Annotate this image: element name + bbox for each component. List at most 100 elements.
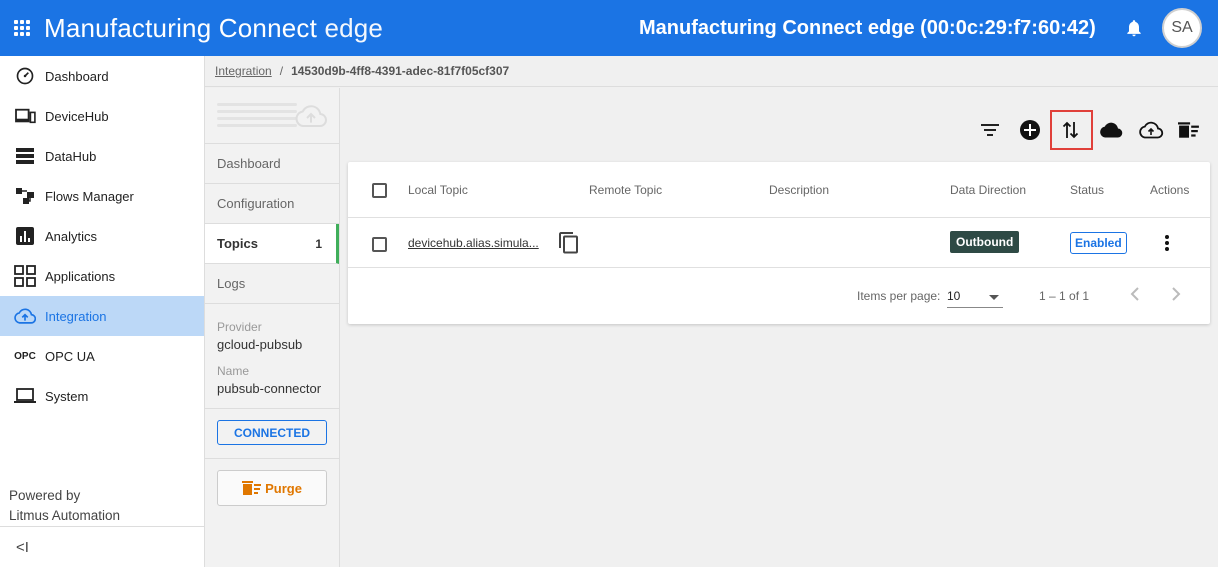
items-per-page-label: Items per page: [857, 289, 941, 303]
topics-count: 1 [315, 236, 322, 251]
delete-all-button[interactable] [1177, 118, 1201, 142]
table-header: Local Topic Remote Topic Description Dat… [348, 162, 1210, 218]
cloud-upload-button[interactable] [1137, 118, 1165, 142]
delete-sweep-icon [1178, 122, 1199, 138]
filter-button[interactable] [978, 118, 1002, 142]
sidebar: Dashboard DeviceHub DataHub Flows Manage… [0, 56, 205, 567]
highlight-box [1050, 110, 1093, 150]
breadcrumb-integration-link[interactable]: Integration [215, 64, 272, 78]
cloud-upload-icon [14, 306, 36, 326]
powered-by: Powered by Litmus Automation [9, 486, 120, 526]
copy-icon [559, 232, 578, 254]
row-actions-button[interactable] [1164, 234, 1170, 255]
name-label: Name [217, 364, 250, 378]
speedometer-icon [14, 66, 36, 86]
column-remote-topic[interactable]: Remote Topic [589, 183, 662, 197]
column-local-topic[interactable]: Local Topic [408, 183, 468, 197]
apps-grid-icon [14, 265, 36, 287]
sidebar-item-integration[interactable]: Integration [0, 296, 204, 336]
next-page-button[interactable] [1171, 286, 1181, 305]
sidebar-item-label: DataHub [45, 148, 97, 164]
sidebar-item-label: System [45, 388, 89, 404]
row-checkbox[interactable] [372, 237, 387, 252]
column-description[interactable]: Description [769, 183, 829, 197]
provider-logo [205, 88, 339, 144]
subnav-topics[interactable]: Topics 1 [205, 224, 339, 264]
paginator: Items per page: 10 1 – 1 of 1 [348, 269, 1210, 324]
divider [205, 408, 339, 409]
chevron-left-icon [1130, 287, 1139, 301]
subnav-configuration[interactable]: Configuration [205, 184, 339, 224]
powered-by-line1: Powered by [9, 488, 81, 503]
breadcrumb-separator: / [279, 64, 284, 78]
app-header: Manufacturing Connect edge Manufacturing… [0, 0, 1218, 56]
apps-grid-menu-icon[interactable] [14, 17, 36, 39]
purge-button[interactable]: Purge [217, 470, 327, 506]
sidebar-item-label: OPC UA [45, 348, 95, 364]
sidebar-item-dashboard[interactable]: Dashboard [0, 56, 204, 96]
items-per-page-value: 10 [947, 289, 961, 303]
items-per-page-select[interactable]: 10 [947, 286, 1003, 308]
add-topic-button[interactable] [1018, 118, 1042, 142]
sidebar-item-label: Flows Manager [45, 188, 134, 204]
subnav-label: Dashboard [217, 156, 281, 171]
table-row: devicehub.alias.simula... Outbound Enabl… [348, 219, 1210, 268]
sidebar-item-system[interactable]: System [0, 376, 204, 416]
divider [205, 458, 339, 459]
cloud-upload-icon [295, 105, 327, 127]
more-vert-icon [1165, 235, 1169, 251]
breadcrumb-current: 14530d9b-4ff8-4391-adec-81f7f05cf307 [291, 64, 510, 78]
user-avatar[interactable]: SA [1162, 8, 1202, 48]
local-topic-link[interactable]: devicehub.alias.simula... [408, 236, 539, 250]
integration-subpanel: Dashboard Configuration Topics 1 Logs Pro… [205, 88, 340, 567]
sidebar-item-label: Integration [45, 308, 107, 324]
sidebar-item-analytics[interactable]: Analytics [0, 216, 204, 256]
previous-page-button[interactable] [1130, 286, 1140, 305]
opc-icon: OPC [14, 350, 36, 362]
sidebar-item-flows-manager[interactable]: Flows Manager [0, 176, 204, 216]
subnav-dashboard[interactable]: Dashboard [205, 144, 339, 184]
column-status[interactable]: Status [1070, 183, 1104, 197]
collapse-sidebar-button[interactable]: <I [0, 526, 204, 567]
add-circle-icon [1020, 120, 1040, 140]
subnav-logs[interactable]: Logs [205, 264, 339, 304]
sidebar-item-label: Applications [45, 268, 116, 284]
app-brand: Manufacturing Connect edge [44, 13, 383, 44]
brand-thin: edge [317, 12, 384, 43]
storage-icon [14, 146, 36, 166]
sidebar-item-datahub[interactable]: DataHub [0, 136, 204, 176]
powered-by-line2: Litmus Automation [9, 508, 121, 523]
sidebar-item-label: DeviceHub [45, 108, 109, 124]
analytics-icon [14, 226, 36, 246]
connector-meta: Provider gcloud-pubsub Name pubsub-conne… [205, 304, 339, 396]
subnav-label: Logs [217, 276, 246, 291]
delete-sweep-icon [242, 481, 262, 495]
device-title: Manufacturing Connect edge (00:0c:29:f7:… [639, 17, 1096, 39]
column-actions: Actions [1150, 183, 1190, 197]
subnav-label: Configuration [217, 196, 295, 211]
select-all-checkbox[interactable] [372, 183, 387, 198]
sidebar-item-devicehub[interactable]: DeviceHub [0, 96, 204, 136]
brand-main: Manufacturing Connect [44, 12, 318, 43]
collapse-icon: <I [16, 538, 29, 556]
notifications-bell-icon[interactable] [1124, 18, 1144, 38]
copy-button[interactable] [558, 231, 580, 258]
purge-label: Purge [265, 480, 302, 496]
provider-value: gcloud-pubsub [217, 337, 303, 352]
provider-label: Provider [217, 320, 262, 334]
sidebar-item-label: Dashboard [45, 68, 109, 84]
cloud-button[interactable] [1097, 118, 1125, 142]
cloud-icon [1100, 122, 1123, 138]
sidebar-item-label: Analytics [45, 228, 98, 244]
column-data-direction[interactable]: Data Direction [950, 183, 1026, 197]
chevron-right-icon [1172, 287, 1181, 301]
data-direction-badge: Outbound [950, 231, 1020, 253]
sidebar-item-applications[interactable]: Applications [0, 256, 204, 296]
subnav-label: Topics [217, 236, 258, 251]
topics-table-card: Local Topic Remote Topic Description Dat… [348, 162, 1210, 324]
connection-status-badge: CONNECTED [217, 420, 327, 445]
sidebar-item-opc-ua[interactable]: OPC OPC UA [0, 336, 204, 376]
status-badge: Enabled [1070, 232, 1127, 254]
page-range: 1 – 1 of 1 [1039, 289, 1090, 303]
devices-icon [14, 106, 36, 126]
